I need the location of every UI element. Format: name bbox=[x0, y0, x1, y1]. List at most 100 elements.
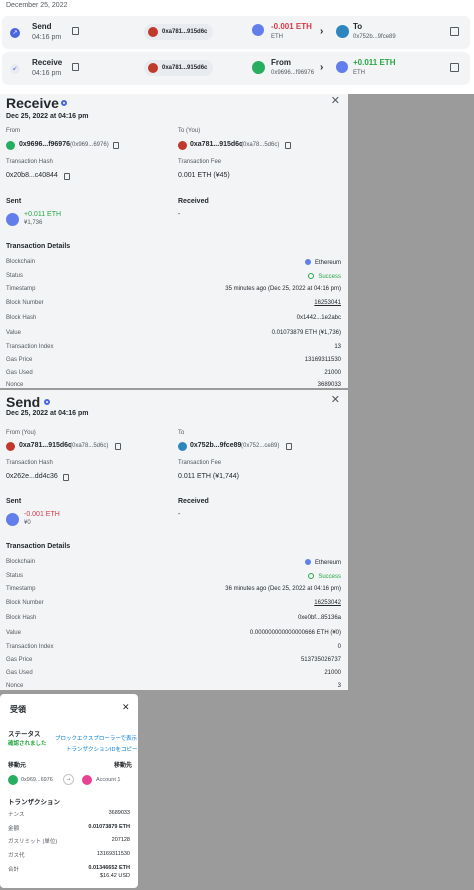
external-link-icon[interactable] bbox=[450, 63, 459, 72]
close-icon[interactable]: ✕ bbox=[122, 702, 130, 713]
detail-value: Ethereum bbox=[304, 559, 341, 566]
detail-value: 0x1442...1e2abc bbox=[296, 315, 341, 321]
external-link-icon[interactable] bbox=[450, 27, 459, 36]
ethereum-icon bbox=[252, 24, 264, 36]
detail-key: Gas Price bbox=[6, 357, 33, 363]
avatar bbox=[82, 775, 92, 785]
activity-row-receive[interactable]: ↙ Receive 04:16 pm 0xa781...915d6c From … bbox=[2, 52, 470, 85]
block-number-link[interactable]: 16253041 bbox=[314, 300, 341, 306]
copy-icon[interactable] bbox=[285, 142, 291, 149]
avatar bbox=[148, 63, 158, 73]
row-key: ナンス bbox=[8, 812, 25, 818]
fee-value: 0.011 ETH (¥1,744) bbox=[178, 473, 239, 480]
row-key: ガス代 bbox=[8, 853, 25, 859]
received-value: - bbox=[178, 511, 181, 518]
avatar bbox=[178, 442, 187, 451]
from-address: 0x9696...f96976 bbox=[19, 141, 70, 148]
panel-date: Dec 25, 2022 at 04:16 pm bbox=[6, 113, 89, 120]
copy-icon[interactable] bbox=[63, 474, 69, 481]
tx-section-label: トランザクション bbox=[8, 799, 60, 806]
activity-list: December 25, 2022 ↗ Send 04:16 pm 0xa781… bbox=[0, 0, 474, 94]
detail-key: Block Hash bbox=[6, 315, 37, 321]
detail-key: Gas Price bbox=[6, 657, 33, 663]
ethereum-icon bbox=[304, 559, 311, 565]
from-address: 0x9696...f96976 bbox=[271, 70, 315, 76]
popup-title: 受領 bbox=[10, 705, 26, 714]
sent-label: Sent bbox=[6, 198, 22, 205]
detail-key: Status bbox=[6, 273, 24, 279]
received-value: - bbox=[178, 211, 181, 218]
copy-icon[interactable] bbox=[286, 443, 292, 450]
to-address: 0x752b...9fce89 bbox=[190, 442, 242, 449]
close-icon[interactable]: ✕ bbox=[331, 94, 340, 107]
row-time: 04:16 pm bbox=[32, 34, 62, 41]
chip-address: 0xa781...915d6c bbox=[162, 29, 208, 35]
ethereum-icon bbox=[6, 213, 19, 226]
from-address: 0xa781...915d6c bbox=[19, 442, 72, 449]
view-on-explorer-link[interactable]: ブロックエクスプローラーで表示 bbox=[55, 734, 137, 742]
account-chip[interactable]: 0xa781...915d6c bbox=[144, 60, 214, 76]
from-address-short: (0xa78...5d6c) bbox=[70, 443, 109, 449]
detail-key: Value bbox=[6, 330, 21, 336]
copy-icon[interactable] bbox=[115, 443, 121, 450]
detail-key: Nonce bbox=[6, 382, 24, 388]
to-label: 移動先 bbox=[114, 763, 133, 769]
activity-row-send[interactable]: ↗ Send 04:16 pm 0xa781...915d6c -0.001 E… bbox=[2, 16, 470, 49]
block-number-link[interactable]: 16253042 bbox=[314, 600, 341, 606]
detail-key: Nonce bbox=[6, 683, 24, 689]
detail-value: 0xe0bf...85136a bbox=[297, 615, 341, 621]
check-circle-icon bbox=[308, 273, 315, 279]
copy-icon[interactable] bbox=[64, 173, 70, 180]
to-label: To (You) bbox=[178, 128, 201, 134]
to-account: Account 1 bbox=[96, 777, 121, 783]
from-address: 0x969...6976 bbox=[21, 777, 53, 783]
sent-amount: +0.011 ETH bbox=[24, 211, 62, 218]
detail-value: 0 bbox=[337, 644, 341, 650]
chevron-right-icon: › bbox=[320, 62, 324, 73]
sent-fiat: ¥1,736 bbox=[24, 220, 43, 226]
activity-date: December 25, 2022 bbox=[6, 2, 68, 9]
detail-value: 21000 bbox=[324, 370, 341, 376]
avatar bbox=[148, 27, 158, 37]
row-key: 合計 bbox=[8, 867, 20, 873]
to-address: 0x752b...9fce89 bbox=[353, 34, 396, 40]
details-label: Transaction Details bbox=[6, 243, 71, 250]
row-type: Send bbox=[32, 22, 52, 31]
ethereum-icon bbox=[6, 513, 19, 526]
tx-hash-label: Transaction Hash bbox=[6, 159, 53, 165]
detail-key: Block Number bbox=[6, 300, 44, 306]
to-address: 0xa781...915d6c bbox=[190, 141, 243, 148]
sent-amount: -0.001 ETH bbox=[24, 511, 60, 518]
panel-title: Send bbox=[6, 394, 41, 410]
from-label: From bbox=[271, 58, 291, 67]
copy-icon[interactable] bbox=[113, 142, 119, 149]
row-time: 04:16 pm bbox=[32, 70, 62, 77]
status-value: 確認されました bbox=[8, 741, 47, 747]
close-icon[interactable]: ✕ bbox=[331, 393, 340, 406]
copy-icon[interactable] bbox=[72, 27, 79, 35]
row-amount-sub: ETH bbox=[353, 70, 365, 76]
row-amount-sub: ETH bbox=[271, 34, 283, 40]
from-address-short: (0x969...6976) bbox=[70, 142, 109, 148]
account-chip[interactable]: 0xa781...915d6c bbox=[144, 24, 214, 40]
detail-value: 36 minutes ago (Dec 25, 2022 at 04:16 pm… bbox=[225, 586, 341, 592]
to-label: To bbox=[353, 22, 363, 31]
copy-icon[interactable] bbox=[72, 63, 79, 71]
copy-tx-id-link[interactable]: トランザクションIDをコピー bbox=[66, 745, 138, 753]
row-value: 0.01073879 ETH bbox=[88, 824, 130, 830]
detail-value: Success bbox=[308, 273, 341, 280]
send-detail-panel: Send Dec 25, 2022 at 04:16 pm ✕ From (Yo… bbox=[0, 390, 348, 690]
detail-value: 0.000000000000000666 ETH (¥0) bbox=[249, 630, 341, 636]
to-label: To bbox=[178, 430, 185, 436]
detail-key: Blockchain bbox=[6, 559, 36, 565]
sent-fiat: ¥0 bbox=[24, 520, 31, 526]
tx-hash-label: Transaction Hash bbox=[6, 460, 53, 466]
detail-value: 21000 bbox=[324, 670, 341, 676]
row-key: 金額 bbox=[8, 826, 20, 832]
details-label: Transaction Details bbox=[6, 543, 71, 550]
detail-key: Gas Used bbox=[6, 370, 33, 376]
detail-key: Transaction Index bbox=[6, 644, 54, 650]
detail-key: Gas Used bbox=[6, 670, 33, 676]
fee-label: Transaction Fee bbox=[178, 159, 222, 165]
detail-key: Timestamp bbox=[6, 286, 36, 292]
